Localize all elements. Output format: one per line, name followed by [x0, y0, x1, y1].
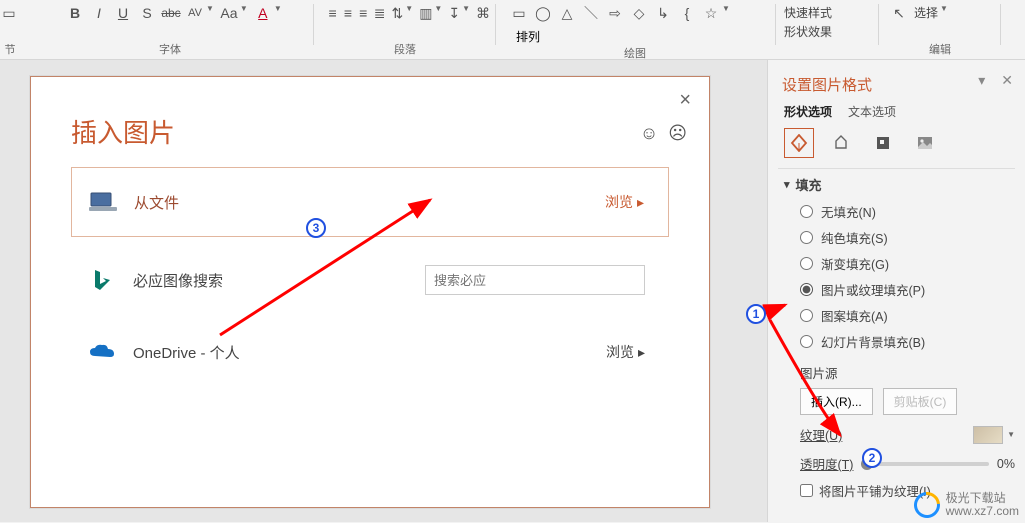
shape-connector-icon[interactable]: ↳ — [654, 4, 672, 22]
shape-brace-icon[interactable]: { — [678, 4, 696, 22]
align-justify-icon[interactable]: ≣ — [374, 4, 386, 22]
italic-button[interactable]: I — [90, 4, 108, 22]
ribbon-group-drawing: ▭ ◯ △ ＼ ⇨ ◇ ↳ { ☆ ▼ 排列 绘图 — [500, 0, 770, 59]
fill-picture-radio[interactable]: 图片或纹理填充(P) — [800, 280, 1015, 299]
quick-styles-button[interactable]: 快速样式 — [784, 4, 832, 21]
fill-none-radio[interactable]: 无填充(N) — [800, 202, 1015, 221]
ribbon-group-drawing-label: 绘图 — [500, 45, 770, 61]
onedrive-label: OneDrive - 个人 — [133, 342, 606, 363]
shape-star-icon[interactable]: ◇ — [630, 4, 648, 22]
char-spacing-button[interactable]: AV — [186, 4, 204, 22]
ribbon-group-paragraph: ≡ ≡ ≡ ≣ ⇅▼ ▥▼ ↧▼ ⌘ 段落 — [320, 0, 490, 59]
clipboard-picture-button: 剪贴板(C) — [883, 388, 958, 415]
ribbon-group-editing-label: 编辑 — [880, 41, 1000, 59]
shapes-more-icon[interactable]: ☆ — [702, 4, 720, 22]
pane-close-icon[interactable]: ✕ — [1001, 72, 1013, 89]
bing-image-search-row[interactable]: 必应图像搜索 — [71, 245, 669, 315]
fill-section-header[interactable]: 填充 — [784, 175, 1015, 194]
dialog-close-button[interactable]: × — [679, 89, 691, 112]
fill-pattern-radio[interactable]: 图案填充(A) — [800, 306, 1015, 325]
bing-icon — [87, 268, 117, 292]
align-left-icon[interactable]: ≡ — [328, 4, 337, 22]
texture-swatch[interactable] — [973, 426, 1003, 444]
bing-search-label: 必应图像搜索 — [133, 270, 425, 291]
select-arrow-icon[interactable]: ↖ — [890, 4, 908, 22]
browse-file-button[interactable]: 浏览▸ — [605, 192, 644, 212]
insert-from-file-label: 从文件 — [134, 192, 605, 213]
smartart-icon[interactable]: ⌘ — [476, 4, 490, 22]
ribbon-group-outline: ▭ 节 — [0, 0, 20, 59]
shape-rect-icon[interactable]: ▭ — [510, 4, 528, 22]
size-props-category-icon[interactable] — [868, 128, 898, 158]
tile-as-texture-checkbox[interactable] — [800, 484, 813, 497]
ribbon-group-editing: ↖ 选择▼ 编辑 — [880, 0, 1000, 59]
feedback-frown-icon[interactable]: ☹ — [668, 123, 687, 144]
sections-icon[interactable]: ▭ — [0, 4, 18, 22]
browse-onedrive-button[interactable]: 浏览▸ — [606, 342, 645, 362]
fill-radio-group: 无填充(N) 纯色填充(S) 渐变填充(G) 图片或纹理填充(P) 图案填充(A… — [800, 202, 1015, 351]
shape-triangle-icon[interactable]: △ — [558, 4, 576, 22]
text-shadow-button[interactable]: S — [138, 4, 156, 22]
align-center-icon[interactable]: ≡ — [343, 4, 352, 22]
tab-text-options[interactable]: 文本选项 — [848, 103, 896, 120]
underline-button[interactable]: U — [114, 4, 132, 22]
font-color-button[interactable]: A — [254, 4, 272, 22]
line-spacing-icon[interactable]: ⇅ — [392, 4, 404, 22]
arrange-button[interactable]: 排列 — [516, 28, 540, 45]
transparency-value: 0% — [997, 457, 1015, 471]
pane-dropdown-icon[interactable]: ▾ — [978, 72, 985, 89]
picture-source-label: 图片源 — [800, 363, 1015, 382]
fill-solid-radio[interactable]: 纯色填充(S) — [800, 228, 1015, 247]
shape-line-icon[interactable]: ＼ — [582, 4, 600, 22]
columns-icon[interactable]: ▥ — [419, 4, 432, 22]
text-direction-icon[interactable]: ↧ — [448, 4, 460, 22]
transparency-slider[interactable] — [861, 462, 988, 466]
computer-icon — [88, 190, 118, 214]
ribbon-group-font: B I U S abc AV▼ Aa▼ A▼ 字体 — [30, 0, 310, 59]
insert-from-file-row[interactable]: 从文件 浏览▸ — [71, 167, 669, 237]
insert-picture-dialog: × 插入图片 ☺ ☹ 从文件 浏览▸ 必应图像搜索 OneDrive - 个人 … — [30, 76, 710, 508]
effects-category-icon[interactable] — [826, 128, 856, 158]
select-button[interactable]: 选择 — [914, 4, 938, 21]
ribbon: ▭ 节 B I U S abc AV▼ Aa▼ A▼ 字体 ≡ ≡ ≡ ≣ ⇅▼… — [0, 0, 1025, 60]
ribbon-group-font-label: 字体 — [30, 41, 310, 59]
shape-effects-button[interactable]: 形状效果 — [784, 23, 832, 40]
shape-arrow-icon[interactable]: ⇨ — [606, 4, 624, 22]
fill-gradient-radio[interactable]: 渐变填充(G) — [800, 254, 1015, 273]
align-right-icon[interactable]: ≡ — [359, 4, 368, 22]
fill-line-category-icon[interactable] — [784, 128, 814, 158]
texture-label: 纹理(U) — [800, 425, 842, 444]
tile-as-texture-label: 将图片平铺为纹理(I) — [819, 481, 931, 500]
ribbon-group-outline-label: 节 — [0, 41, 20, 59]
feedback-smile-icon[interactable]: ☺ — [640, 123, 658, 144]
pane-title: 设置图片格式 — [782, 74, 1011, 95]
tab-shape-options[interactable]: 形状选项 — [784, 103, 832, 120]
change-case-button[interactable]: Aa — [220, 4, 238, 22]
bold-button[interactable]: B — [66, 4, 84, 22]
dialog-title: 插入图片 — [71, 113, 175, 150]
bing-search-input[interactable] — [425, 265, 645, 295]
picture-category-icon[interactable] — [910, 128, 940, 158]
onedrive-icon — [87, 340, 117, 364]
fill-slidebg-radio[interactable]: 幻灯片背景填充(B) — [800, 332, 1015, 351]
shape-oval-icon[interactable]: ◯ — [534, 4, 552, 22]
transparency-label: 透明度(T) — [800, 454, 853, 473]
ribbon-group-quickstyle: 快速样式 形状效果 — [778, 0, 874, 59]
texture-dropdown-icon[interactable]: ▼ — [1007, 430, 1015, 439]
strikethrough-button[interactable]: abc — [162, 4, 180, 22]
onedrive-row[interactable]: OneDrive - 个人 浏览▸ — [71, 317, 669, 387]
format-picture-pane: ▾ ✕ 设置图片格式 形状选项 文本选项 填充 无填充(N) 纯色填充(S) 渐… — [767, 60, 1025, 522]
insert-picture-button[interactable]: 插入(R)... — [800, 388, 873, 415]
ribbon-group-paragraph-label: 段落 — [320, 41, 490, 59]
